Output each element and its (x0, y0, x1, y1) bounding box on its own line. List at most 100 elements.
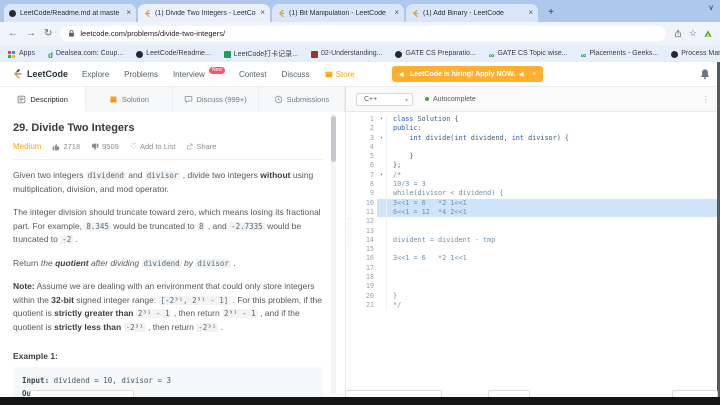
browser-tab[interactable]: (1) Bit Manipulation - LeetCode× (272, 4, 404, 22)
language-value: C++ (364, 96, 377, 103)
line-number: 7 (352, 171, 377, 180)
code-editor[interactable]: 1▾class Solution {2public:3▾ int divide(… (352, 112, 717, 397)
bookmark-item[interactable]: LeetCode打卡记录... (224, 45, 298, 62)
like-button[interactable]: 2718 (52, 142, 80, 151)
editor-line[interactable]: 2public: (352, 124, 717, 133)
line-number: 3 (352, 134, 377, 143)
editor-line[interactable]: 18 (352, 273, 717, 282)
nav-item-contest[interactable]: Contest (239, 70, 267, 79)
submissions-icon (274, 95, 283, 104)
tab-close-icon[interactable]: × (260, 9, 265, 17)
panel-tab-discuss[interactable]: Discuss (999+) (173, 87, 259, 112)
editor-line[interactable]: 19 (352, 282, 717, 291)
description-scrollbar[interactable] (331, 114, 336, 395)
reload-icon[interactable]: ↻ (44, 29, 52, 39)
fold-arrow-icon[interactable]: ▾ (377, 115, 386, 124)
example-heading: Example 1: (13, 351, 323, 361)
extension-icon[interactable] (704, 30, 712, 38)
dislike-button[interactable]: 9509 (91, 142, 119, 151)
editor-line[interactable]: 3▾ int divide(int dividend, int divisor)… (352, 134, 717, 143)
hiring-banner[interactable]: LeetCode is hiring! Apply NOW. × (392, 66, 543, 82)
code-text: while(divisor < dividend) { (386, 189, 717, 198)
editor-line[interactable]: 5 } (352, 152, 717, 161)
leetcode-logo-icon[interactable] (10, 67, 23, 81)
banner-close-icon[interactable]: × (532, 71, 536, 78)
editor-line[interactable]: 15 (352, 245, 717, 254)
apps-grid-icon (8, 45, 16, 62)
tab-close-icon[interactable]: × (394, 9, 399, 17)
code-text: public: (386, 124, 717, 133)
leetcode-brand[interactable]: LeetCode (27, 69, 68, 79)
fold-arrow-icon[interactable]: ▾ (377, 171, 386, 180)
tab-close-icon[interactable]: × (528, 9, 533, 17)
editor-line[interactable]: 17 (352, 264, 717, 273)
bookmark-item[interactable]: Apps (8, 45, 35, 62)
bookmark-item[interactable]: 02-Understanding... (311, 45, 382, 62)
tab-close-icon[interactable]: × (126, 9, 131, 17)
editor-line[interactable]: 20} (352, 292, 717, 301)
editor-line[interactable]: 116<<1 = 12 *4 2<<1 (352, 208, 717, 217)
new-tab-button[interactable]: + (544, 6, 558, 20)
fold-spacer (377, 282, 386, 291)
nav-item-discuss[interactable]: Discuss (282, 70, 310, 79)
bookmark-item[interactable]: LeetCode/Readme... (136, 45, 211, 62)
panel-tab-solution[interactable]: Solution (86, 87, 172, 112)
sheet-icon (224, 45, 231, 62)
nav-item-explore[interactable]: Explore (82, 70, 109, 79)
bookmark-item[interactable]: ∞GATE CS Topic wise... (489, 45, 568, 62)
editor-line[interactable]: 13 (352, 227, 717, 236)
store-icon (325, 70, 333, 78)
editor-line[interactable]: 7▾/* (352, 171, 717, 180)
bookmark-item[interactable]: ∞Placements - Geeks... (581, 45, 659, 62)
github-icon (136, 45, 143, 62)
browser-tab[interactable]: LeetCode/Readme.md at maste × (4, 4, 136, 22)
editor-line[interactable]: 810/3 = 3 (352, 180, 717, 189)
browser-tab[interactable]: (1) Add Binary - LeetCode× (406, 4, 538, 22)
panel-resize-handle[interactable]: ······ (345, 112, 352, 397)
nav-item-interview[interactable]: InterviewNew (173, 70, 224, 79)
url-bar[interactable]: leetcode.com/problems/divide-two-integer… (60, 26, 666, 41)
bookmark-item[interactable]: GATE CS Preparatio... (395, 45, 475, 62)
editor-line[interactable]: 12 (352, 217, 717, 226)
fold-spacer (377, 199, 386, 208)
bookmark-item[interactable]: Process Mana (671, 45, 720, 62)
editor-line[interactable]: 6}; (352, 161, 717, 170)
line-number: 5 (352, 152, 377, 161)
scrollbar-thumb[interactable] (331, 116, 336, 162)
share-icon[interactable] (674, 29, 682, 38)
thumbs-up-icon (52, 143, 60, 151)
gfg-icon: ∞ (581, 45, 587, 62)
notifications-bell-icon[interactable] (700, 68, 710, 80)
add-to-list-button[interactable]: ♡ Add to List (130, 142, 176, 151)
nav-item-store[interactable]: Store (325, 70, 355, 79)
problem-paragraph: Return the quotient after dividing divid… (13, 257, 323, 271)
share-button[interactable]: Share (186, 142, 216, 151)
autocomplete-toggle[interactable]: Autocomplete (425, 96, 476, 103)
editor-line[interactable]: 103<<1 = 6 *2 1<<1 (352, 199, 717, 208)
editor-settings-icon[interactable]: ⋮ (702, 95, 710, 104)
panel-tab-description[interactable]: Description (0, 87, 86, 112)
editor-line[interactable]: 4 (352, 143, 717, 152)
browser-tab[interactable]: (1) Divide Two Integers - LeetCo× (138, 4, 270, 22)
tab-search-chevron-icon[interactable]: ∨ (708, 3, 714, 12)
bookmark-star-icon[interactable]: ☆ (689, 28, 697, 39)
panel-tab-submissions[interactable]: Submissions (259, 87, 345, 112)
editor-line[interactable]: 1▾class Solution { (352, 115, 717, 124)
example-line: Input: dividend = 10, divisor = 3 (22, 374, 314, 387)
forward-icon[interactable]: → (26, 29, 36, 39)
code-text (386, 273, 717, 282)
fold-arrow-icon[interactable]: ▾ (377, 134, 386, 143)
video-icon (311, 45, 318, 62)
editor-line[interactable]: 9while(divisor < dividend) { (352, 189, 717, 198)
language-select[interactable]: C++ ▾ (356, 93, 413, 106)
divider (13, 159, 323, 160)
browser-window: LeetCode/Readme.md at maste×(1) Divide T… (0, 0, 720, 405)
editor-line[interactable]: 14divident = divident - tmp (352, 236, 717, 245)
nav-item-problems[interactable]: Problems (124, 70, 158, 79)
editor-line[interactable]: 21*/ (352, 301, 717, 310)
code-text: int divide(int dividend, int divisor) { (386, 134, 717, 143)
tab-title: LeetCode/Readme.md at maste (20, 10, 122, 17)
bookmark-item[interactable]: dDealsea.com: Coup... (48, 45, 123, 62)
back-icon[interactable]: ← (8, 29, 18, 39)
editor-line[interactable]: 163<<1 = 6 *2 1<<1 (352, 254, 717, 263)
